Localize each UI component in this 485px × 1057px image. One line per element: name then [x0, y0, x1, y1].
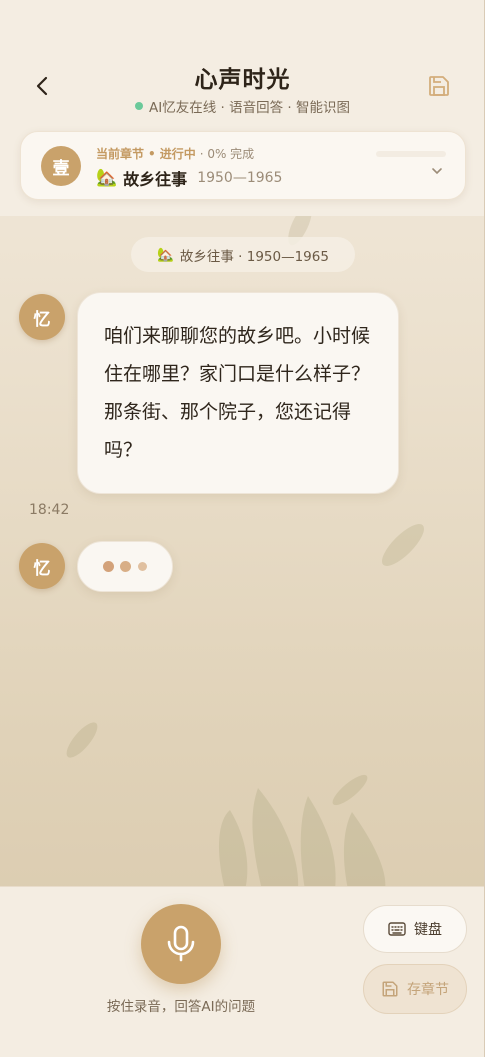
message-text: 咱们来聊聊您的故乡吧。小时候住在哪里？家门口是什么样子？那条街、那个院子，您还记…: [104, 325, 371, 461]
chapter-separator: •: [148, 146, 156, 161]
record-button[interactable]: [141, 904, 221, 984]
ai-avatar: 忆: [19, 294, 65, 340]
save-chapter-label: 存章节: [407, 982, 449, 998]
typing-dot: [120, 561, 131, 572]
microphone-icon: [167, 925, 195, 962]
chapter-years: 1950—1965: [197, 170, 283, 186]
save-icon: [429, 76, 449, 96]
typing-dot: [103, 561, 114, 572]
chapter-divider-pill: 🏡 故乡往事 · 1950—1965: [131, 237, 355, 272]
chapter-progress-bar: [376, 151, 446, 157]
app-screen: 心声时光 AI忆友在线 · 语音回答 · 智能识图 壹 当前章节 • 进行中 ·…: [0, 0, 485, 1057]
typing-indicator: [77, 541, 173, 592]
house-icon: 🏡: [96, 168, 118, 188]
save-icon: [382, 981, 398, 997]
status-text: AI忆友在线 · 语音回答 · 智能识图: [149, 100, 350, 116]
page-title: 心声时光: [194, 67, 291, 93]
header: 心声时光 AI忆友在线 · 语音回答 · 智能识图 壹 当前章节 • 进行中 ·…: [0, 0, 484, 216]
house-icon: 🏡: [157, 246, 174, 263]
message-timestamp: 18:42: [29, 502, 70, 518]
ai-avatar: 忆: [19, 543, 65, 589]
status-line: AI忆友在线 · 语音回答 · 智能识图: [0, 96, 484, 116]
typing-dot: [138, 562, 147, 571]
chapter-title: 🏡 故乡往事 1950—1965: [96, 166, 282, 190]
keyboard-label: 键盘: [414, 922, 442, 938]
chapter-progress-text: · 0% 完成: [199, 147, 255, 161]
chapter-divider-text: 故乡往事 · 1950—1965: [179, 248, 329, 265]
chapter-meta: 当前章节 • 进行中 · 0% 完成: [96, 145, 254, 162]
keyboard-icon: [388, 922, 406, 936]
record-hint: 按住录音，回答AI的问题: [106, 999, 256, 1015]
chapter-label: 当前章节: [96, 147, 145, 161]
keyboard-button[interactable]: 键盘: [363, 905, 467, 953]
ai-message-bubble: 咱们来聊聊您的故乡吧。小时候住在哪里？家门口是什么样子？那条街、那个院子，您还记…: [77, 292, 399, 494]
input-bar: 按住录音，回答AI的问题 键盘 存章节: [0, 886, 484, 1057]
chapter-selector[interactable]: 壹 当前章节 • 进行中 · 0% 完成 🏡 故乡往事 1950—1965: [20, 131, 466, 200]
online-indicator-icon: [135, 102, 144, 110]
chapter-status: 进行中: [159, 147, 196, 161]
chapter-number-badge: 壹: [41, 146, 81, 186]
chapter-name: 故乡往事: [123, 170, 188, 189]
save-chapter-button[interactable]: 存章节: [363, 964, 467, 1014]
chevron-down-icon[interactable]: [430, 164, 444, 178]
save-icon-button[interactable]: [427, 74, 451, 98]
